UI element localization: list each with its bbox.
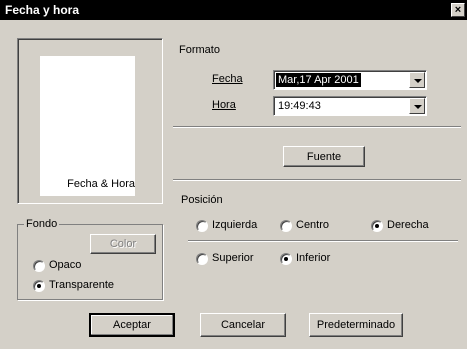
radio-selected-dot bbox=[284, 257, 288, 261]
posicion-heading: Posición bbox=[181, 194, 223, 206]
color-button[interactable]: Color bbox=[90, 234, 156, 254]
title-bar: Fecha y hora × bbox=[0, 0, 467, 20]
radio-centro-label[interactable]: Centro bbox=[296, 219, 329, 231]
radio-transparente[interactable] bbox=[33, 280, 45, 292]
radio-selected-dot bbox=[37, 284, 41, 288]
chevron-down-icon[interactable] bbox=[409, 72, 425, 88]
fecha-dropdown[interactable]: Mar,17 Apr 2001 bbox=[273, 70, 427, 90]
radio-centro[interactable] bbox=[280, 220, 292, 232]
radio-opaco-label[interactable]: Opaco bbox=[49, 259, 81, 271]
radio-izquierda-label[interactable]: Izquierda bbox=[212, 219, 257, 231]
formato-heading: Formato bbox=[179, 44, 220, 56]
hora-dropdown[interactable]: 19:49:43 bbox=[273, 96, 427, 116]
radio-superior[interactable] bbox=[196, 253, 208, 265]
radio-inferior[interactable] bbox=[280, 253, 292, 265]
accept-button[interactable]: Aceptar bbox=[89, 313, 175, 337]
chevron-down-icon[interactable] bbox=[409, 98, 425, 114]
radio-superior-label[interactable]: Superior bbox=[212, 252, 254, 264]
close-icon: × bbox=[454, 4, 462, 16]
radio-transparente-label[interactable]: Transparente bbox=[49, 279, 114, 291]
posicion-divider bbox=[188, 240, 458, 242]
radio-izquierda[interactable] bbox=[196, 220, 208, 232]
radio-derecha-label[interactable]: Derecha bbox=[387, 219, 429, 231]
preview-caption: Fecha & Hora bbox=[67, 178, 135, 190]
default-button[interactable]: Predeterminado bbox=[309, 313, 403, 337]
radio-inferior-label[interactable]: Inferior bbox=[296, 252, 330, 264]
fondo-group-label: Fondo bbox=[24, 218, 60, 230]
fecha-label: Fecha bbox=[212, 73, 243, 85]
fecha-value: Mar,17 Apr 2001 bbox=[276, 73, 361, 87]
preview-page bbox=[40, 56, 135, 196]
radio-opaco[interactable] bbox=[33, 260, 45, 272]
formato-divider bbox=[173, 126, 461, 128]
window-title: Fecha y hora bbox=[5, 3, 80, 17]
fuente-button[interactable]: Fuente bbox=[283, 146, 365, 167]
radio-derecha[interactable] bbox=[371, 220, 383, 232]
posicion-divider-top bbox=[173, 179, 461, 181]
cancel-button[interactable]: Cancelar bbox=[200, 313, 286, 337]
close-button[interactable]: × bbox=[451, 3, 465, 17]
hora-value: 19:49:43 bbox=[278, 100, 321, 112]
radio-selected-dot bbox=[375, 224, 379, 228]
hora-label: Hora bbox=[212, 99, 236, 111]
